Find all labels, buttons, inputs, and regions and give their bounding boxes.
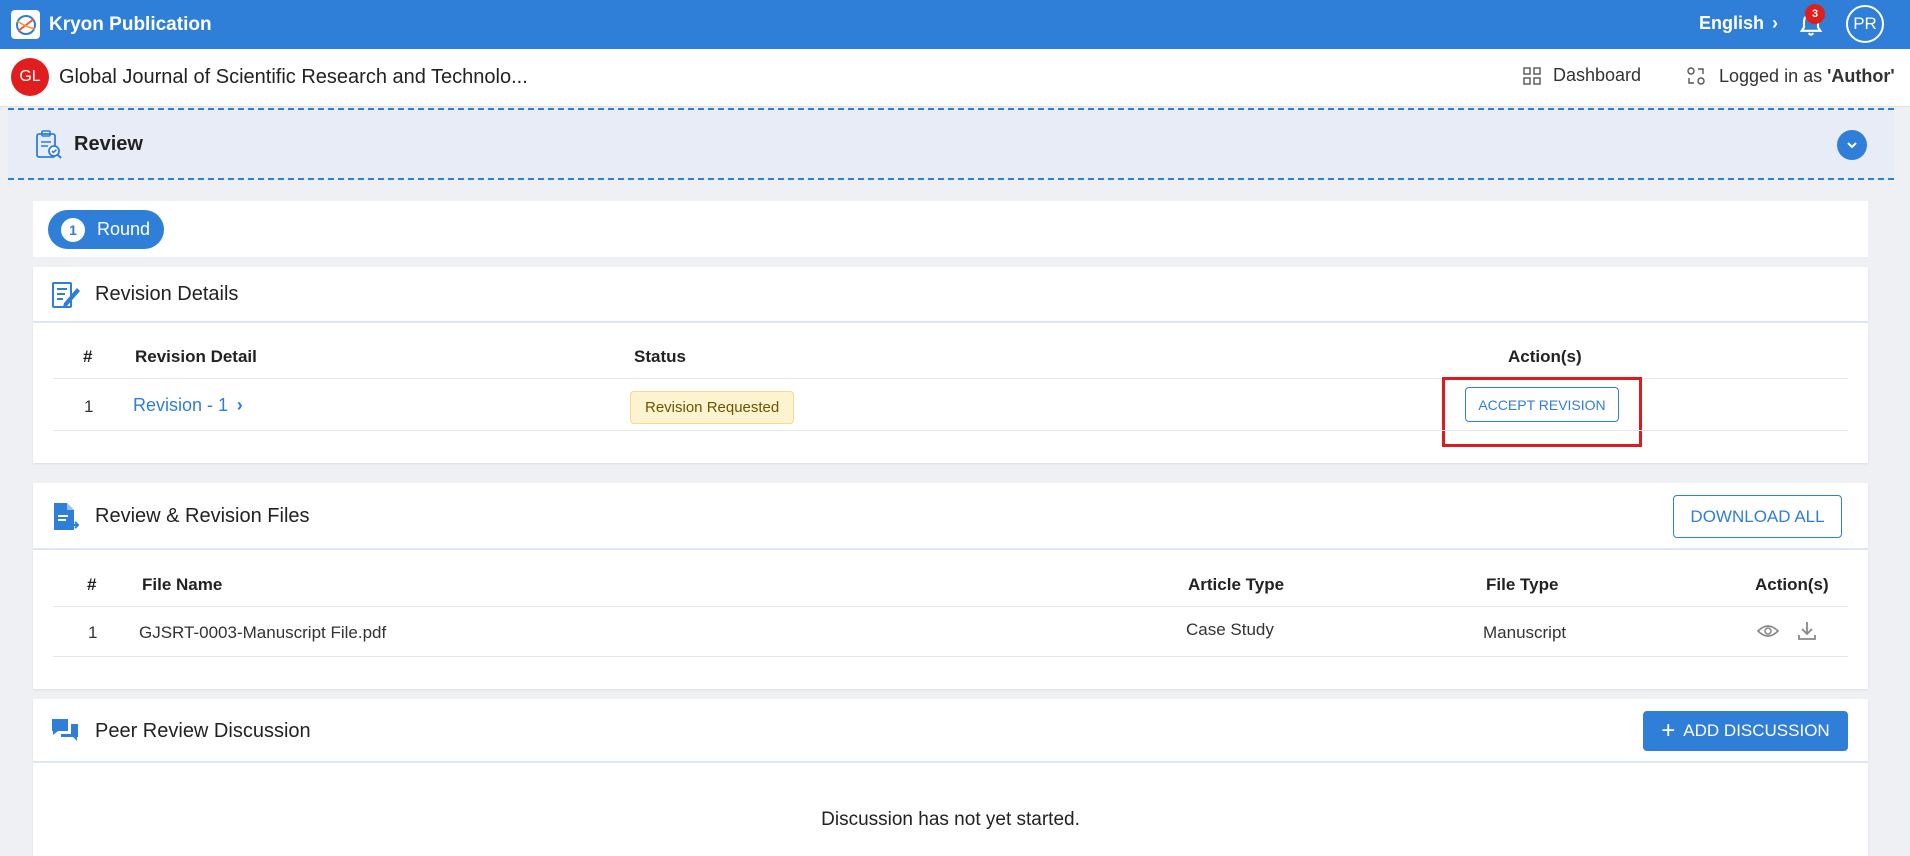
revision-details-title: Revision Details bbox=[95, 283, 239, 305]
file-export-icon bbox=[50, 501, 80, 538]
chevron-down-icon bbox=[1847, 142, 1857, 149]
discussion-empty-message: Discussion has not yet started. bbox=[821, 809, 1080, 830]
review-files-card: Review & Revision Files DOWNLOAD ALL # F… bbox=[33, 483, 1868, 689]
notification-count-badge: 3 bbox=[1805, 4, 1825, 24]
top-app-bar: Kryon Publication English › 3 PR bbox=[0, 0, 1910, 49]
col-header-status: Status bbox=[634, 347, 686, 366]
add-discussion-label: ADD DISCUSSION bbox=[1683, 721, 1830, 740]
col-header-file-name: File Name bbox=[142, 575, 223, 594]
left-gutter bbox=[0, 107, 8, 856]
row-divider bbox=[53, 430, 1848, 431]
discussion-header: Peer Review Discussion + ADD DISCUSSION bbox=[33, 699, 1868, 763]
role-switch-icon bbox=[1687, 67, 1705, 85]
review-title: Review bbox=[74, 133, 143, 155]
download-all-button[interactable]: DOWNLOAD ALL bbox=[1673, 495, 1842, 538]
col-header-actions: Action(s) bbox=[1508, 347, 1582, 366]
user-avatar[interactable]: PR bbox=[1846, 5, 1884, 43]
status-badge: Revision Requested bbox=[630, 391, 795, 424]
revision-row-num: 1 bbox=[84, 397, 94, 416]
plus-icon: + bbox=[1661, 717, 1676, 744]
collapse-toggle-button[interactable] bbox=[1837, 130, 1867, 160]
download-file-button[interactable] bbox=[1797, 620, 1817, 647]
revision-details-header: Revision Details bbox=[33, 267, 1868, 323]
brand-logo-icon bbox=[11, 10, 40, 39]
round-tabs: 1 Round bbox=[33, 201, 1868, 257]
dashboard-label: Dashboard bbox=[1553, 65, 1642, 85]
edit-document-icon bbox=[50, 279, 82, 316]
review-files-header: Review & Revision Files DOWNLOAD ALL bbox=[33, 483, 1868, 550]
download-icon bbox=[1798, 622, 1816, 640]
file-name: GJSRT-0003-Manuscript File.pdf bbox=[139, 623, 387, 642]
col-header-file-type: File Type bbox=[1486, 575, 1559, 594]
round-label: Round bbox=[97, 219, 151, 239]
review-clipboard-icon bbox=[32, 129, 64, 166]
journal-title: Global Journal of Scientific Research an… bbox=[59, 66, 528, 88]
revision-details-card: Revision Details # Revision Detail Statu… bbox=[33, 267, 1868, 463]
col-header-article-type: Article Type bbox=[1188, 575, 1285, 594]
revision-link[interactable]: Revision - 1 › bbox=[133, 395, 243, 416]
journal-avatar: GL bbox=[11, 58, 49, 96]
col-header-num: # bbox=[83, 347, 93, 366]
journal-bar: GL Global Journal of Scientific Research… bbox=[0, 49, 1910, 107]
add-discussion-button[interactable]: + ADD DISCUSSION bbox=[1643, 711, 1848, 751]
article-type: Case Study bbox=[1186, 620, 1274, 639]
review-files-title: Review & Revision Files bbox=[95, 505, 310, 527]
dashboard-grid-icon bbox=[1523, 66, 1541, 85]
discussion-title: Peer Review Discussion bbox=[95, 720, 311, 742]
col-header-revision-detail: Revision Detail bbox=[135, 347, 257, 366]
logged-in-role-name: 'Author' bbox=[1827, 65, 1895, 86]
peer-review-discussion-card: Peer Review Discussion + ADD DISCUSSION … bbox=[33, 699, 1868, 856]
round-tab-1[interactable]: 1 Round bbox=[48, 210, 164, 249]
file-row-num: 1 bbox=[88, 623, 98, 642]
logged-in-prefix: Logged in as bbox=[1719, 65, 1823, 86]
language-label: English bbox=[1699, 13, 1765, 33]
chevron-right-icon: › bbox=[236, 395, 243, 415]
view-file-button[interactable] bbox=[1756, 621, 1780, 646]
row-divider bbox=[53, 656, 1848, 657]
logged-in-role: Logged in as 'Author' bbox=[1685, 65, 1895, 87]
eye-icon bbox=[1756, 625, 1780, 637]
chat-bubbles-icon bbox=[50, 716, 80, 751]
accept-revision-button[interactable]: ACCEPT REVISION bbox=[1465, 387, 1619, 422]
round-number: 1 bbox=[61, 217, 85, 242]
language-selector[interactable]: English › bbox=[1699, 13, 1778, 34]
brand[interactable]: Kryon Publication bbox=[11, 10, 212, 39]
revision-link-label: Revision - 1 bbox=[133, 395, 229, 415]
col-header-actions: Action(s) bbox=[1755, 575, 1829, 594]
brand-name: Kryon Publication bbox=[49, 13, 212, 35]
dashboard-link[interactable]: Dashboard bbox=[1523, 65, 1641, 86]
chevron-right-icon: › bbox=[1772, 13, 1779, 33]
header-divider bbox=[53, 606, 1848, 607]
file-type: Manuscript bbox=[1483, 623, 1567, 642]
review-section-header[interactable]: Review bbox=[8, 108, 1894, 180]
col-header-num: # bbox=[87, 575, 97, 594]
